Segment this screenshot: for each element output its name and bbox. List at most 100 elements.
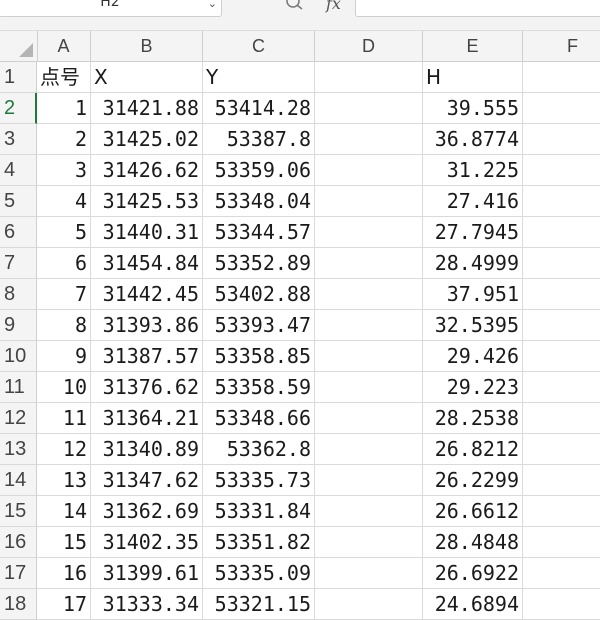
row-header[interactable]: 9 bbox=[0, 310, 37, 341]
cell-c[interactable]: 53344.57 bbox=[203, 217, 315, 248]
cell-c[interactable]: 53348.66 bbox=[203, 403, 315, 434]
cell-c[interactable]: 53402.88 bbox=[203, 279, 315, 310]
cell-f[interactable] bbox=[523, 279, 600, 310]
cell-b[interactable]: 31340.89 bbox=[91, 434, 203, 465]
cell-d[interactable] bbox=[315, 186, 423, 217]
cell-b[interactable]: 31376.62 bbox=[91, 372, 203, 403]
cell-b[interactable]: 31362.69 bbox=[91, 496, 203, 527]
row-header[interactable]: 7 bbox=[0, 248, 37, 279]
cell-d[interactable] bbox=[315, 341, 423, 372]
cell-f[interactable] bbox=[523, 527, 600, 558]
cell-c[interactable]: 53362.8 bbox=[203, 434, 315, 465]
cell-e[interactable]: 26.6922 bbox=[423, 558, 523, 589]
cell-e[interactable]: 26.8212 bbox=[423, 434, 523, 465]
cell-c[interactable]: 53331.84 bbox=[203, 496, 315, 527]
cell-f[interactable] bbox=[523, 186, 600, 217]
cell-e[interactable]: 36.8774 bbox=[423, 124, 523, 155]
select-all-corner[interactable] bbox=[0, 31, 38, 61]
cell-c[interactable]: 53358.59 bbox=[203, 372, 315, 403]
cell-c[interactable]: 53359.06 bbox=[203, 155, 315, 186]
cell-c[interactable]: 53393.47 bbox=[203, 310, 315, 341]
fx-icon[interactable]: fx bbox=[326, 0, 341, 13]
cell-e[interactable]: 31.225 bbox=[423, 155, 523, 186]
cell-b[interactable]: 31387.57 bbox=[91, 341, 203, 372]
formula-input[interactable] bbox=[355, 0, 600, 17]
cell-b[interactable]: 31442.45 bbox=[91, 279, 203, 310]
cell-b[interactable]: 31393.86 bbox=[91, 310, 203, 341]
row-header[interactable]: 3 bbox=[0, 124, 37, 155]
cell-a[interactable]: 16 bbox=[37, 558, 91, 589]
cell-c[interactable]: 53352.89 bbox=[203, 248, 315, 279]
row-header[interactable]: 10 bbox=[0, 341, 37, 372]
cell-b[interactable]: X bbox=[91, 62, 203, 93]
row-header[interactable]: 11 bbox=[0, 372, 37, 403]
cell-c[interactable]: 53358.85 bbox=[203, 341, 315, 372]
name-box[interactable]: H2 ⌄ bbox=[0, 0, 222, 17]
cell-d[interactable] bbox=[315, 496, 423, 527]
cell-c[interactable]: 53387.8 bbox=[203, 124, 315, 155]
cell-d[interactable] bbox=[315, 465, 423, 496]
cell-b[interactable]: 31402.35 bbox=[91, 527, 203, 558]
cell-a[interactable]: 15 bbox=[37, 527, 91, 558]
cell-e[interactable]: 39.555 bbox=[423, 93, 523, 124]
cell-e[interactable]: 27.7945 bbox=[423, 217, 523, 248]
cell-a[interactable]: 9 bbox=[37, 341, 91, 372]
cell-c[interactable]: 53414.28 bbox=[203, 93, 315, 124]
cell-c[interactable]: Y bbox=[203, 62, 315, 93]
cell-d[interactable] bbox=[315, 434, 423, 465]
cell-e[interactable]: 28.4999 bbox=[423, 248, 523, 279]
cell-a[interactable]: 2 bbox=[37, 124, 91, 155]
cell-b[interactable]: 31333.34 bbox=[91, 589, 203, 620]
row-header[interactable]: 14 bbox=[0, 465, 37, 496]
cell-f[interactable] bbox=[523, 155, 600, 186]
cell-a[interactable]: 8 bbox=[37, 310, 91, 341]
cell-b[interactable]: 31425.02 bbox=[91, 124, 203, 155]
cell-f[interactable] bbox=[523, 217, 600, 248]
row-header[interactable]: 15 bbox=[0, 496, 37, 527]
cell-b[interactable]: 31399.61 bbox=[91, 558, 203, 589]
row-header[interactable]: 13 bbox=[0, 434, 37, 465]
column-header-f[interactable]: F bbox=[523, 31, 600, 61]
cell-f[interactable] bbox=[523, 589, 600, 620]
cell-a[interactable]: 10 bbox=[37, 372, 91, 403]
cell-a[interactable]: 12 bbox=[37, 434, 91, 465]
cell-e[interactable]: 26.6612 bbox=[423, 496, 523, 527]
cell-d[interactable] bbox=[315, 155, 423, 186]
cell-b[interactable]: 31364.21 bbox=[91, 403, 203, 434]
row-header[interactable]: 5 bbox=[0, 186, 37, 217]
cell-f[interactable] bbox=[523, 310, 600, 341]
cell-c[interactable]: 53351.82 bbox=[203, 527, 315, 558]
cell-f[interactable] bbox=[523, 558, 600, 589]
cell-e[interactable]: 32.5395 bbox=[423, 310, 523, 341]
row-header[interactable]: 16 bbox=[0, 527, 37, 558]
cell-b[interactable]: 31454.84 bbox=[91, 248, 203, 279]
cell-b[interactable]: 31421.88 bbox=[91, 93, 203, 124]
cell-a[interactable]: 点号 bbox=[37, 62, 91, 93]
cell-e[interactable]: H bbox=[423, 62, 523, 93]
zoom-icon[interactable] bbox=[286, 0, 304, 10]
cell-f[interactable] bbox=[523, 403, 600, 434]
cell-e[interactable]: 37.951 bbox=[423, 279, 523, 310]
cell-d[interactable] bbox=[315, 589, 423, 620]
cell-c[interactable]: 53335.73 bbox=[203, 465, 315, 496]
cell-e[interactable]: 29.223 bbox=[423, 372, 523, 403]
row-header[interactable]: 2 bbox=[0, 93, 37, 124]
row-header[interactable]: 6 bbox=[0, 217, 37, 248]
cell-d[interactable] bbox=[315, 403, 423, 434]
cell-a[interactable]: 5 bbox=[37, 217, 91, 248]
column-header-a[interactable]: A bbox=[37, 31, 91, 61]
column-header-e[interactable]: E bbox=[423, 31, 523, 61]
row-header[interactable]: 1 bbox=[0, 62, 37, 93]
cell-d[interactable] bbox=[315, 217, 423, 248]
cell-a[interactable]: 13 bbox=[37, 465, 91, 496]
row-header[interactable]: 17 bbox=[0, 558, 37, 589]
column-header-d[interactable]: D bbox=[315, 31, 423, 61]
cell-a[interactable]: 1 bbox=[37, 93, 91, 124]
cell-d[interactable] bbox=[315, 93, 423, 124]
cell-d[interactable] bbox=[315, 310, 423, 341]
cell-a[interactable]: 7 bbox=[37, 279, 91, 310]
cell-f[interactable] bbox=[523, 62, 600, 93]
cell-a[interactable]: 4 bbox=[37, 186, 91, 217]
cell-e[interactable]: 28.2538 bbox=[423, 403, 523, 434]
cell-a[interactable]: 11 bbox=[37, 403, 91, 434]
